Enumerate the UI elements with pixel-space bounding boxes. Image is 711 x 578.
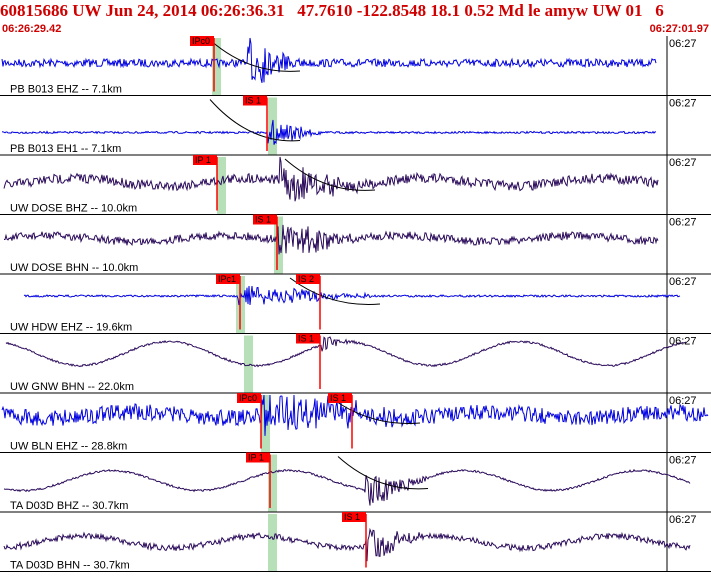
phase-pick-label: IP 1	[195, 155, 211, 165]
phase-pick-label: IP 1	[248, 453, 264, 463]
seismogram-panel[interactable]: IPc0 06:27 PB B013 EHZ -- 7.1km IS 1 06:27 PB…	[0, 36, 711, 578]
channel-row[interactable]: IPc1 IS 2 06:27 UW HDW EHZ -- 19.6km	[0, 274, 711, 334]
channel-row[interactable]: IS 1 06:27 TA D03D BHN -- 30.7km	[0, 512, 711, 572]
channel-row[interactable]: IPc0 06:27 PB B013 EHZ -- 7.1km	[0, 36, 711, 96]
window-start-time: 06:26:29.42	[2, 23, 62, 35]
channel-row[interactable]: IS 1 06:27 UW DOSE BHN -- 10.0km	[0, 214, 711, 275]
phase-pick-secondary-label: IS 1	[330, 393, 346, 403]
channel-label: UW HDW EHZ -- 19.6km	[10, 322, 132, 334]
coda-curve	[337, 456, 429, 490]
phase-pick-label: IS 1	[344, 512, 360, 522]
channel-row[interactable]: IS 1 06:27 UW GNW BHN -- 22.0km	[0, 333, 711, 394]
time-tick-label: 06:27	[669, 276, 697, 288]
waveform-trace	[1, 394, 709, 436]
waveform-trace	[23, 285, 681, 306]
time-tick-label: 06:27	[669, 157, 697, 169]
event-header-title: 60815686 UW Jun 24, 2014 06:26:36.31 47.…	[0, 1, 664, 20]
channel-row[interactable]: IPc0 IS 1 06:27 UW BLN EHZ -- 28.8km	[0, 393, 711, 453]
pick-window-band	[217, 157, 226, 215]
waveform-trace	[1, 119, 656, 145]
waveform-trace	[5, 336, 687, 368]
channel-label: PB B013 EH1 -- 7.1km	[10, 143, 121, 155]
time-tick-label: 06:27	[669, 217, 697, 229]
channel-label: PB B013 EHZ -- 7.1km	[10, 84, 122, 96]
time-tick-label: 06:27	[669, 98, 697, 110]
channel-label: UW DOSE BHN -- 10.0km	[10, 262, 138, 274]
phase-pick-label: IPc0	[192, 36, 210, 46]
waveform-trace	[4, 224, 659, 255]
channel-row[interactable]: IP 1 06:27 UW DOSE BHZ -- 10.0km	[0, 155, 711, 215]
time-tick-label: 06:27	[669, 514, 697, 526]
waveform-trace	[3, 156, 659, 202]
phase-pick-secondary-label: IS 2	[298, 274, 314, 284]
time-tick-label: 06:27	[669, 455, 697, 467]
channel-row[interactable]: IS 1 06:27 PB B013 EH1 -- 7.1km	[0, 95, 711, 156]
waveform-trace	[3, 527, 691, 562]
channel-label: TA D03D BHZ -- 30.7km	[10, 500, 128, 512]
time-tick-label: 06:27	[669, 38, 697, 50]
channel-label: TA D03D BHN -- 30.7km	[10, 560, 130, 572]
pick-window-band	[268, 97, 277, 155]
time-tick-label: 06:27	[669, 336, 697, 348]
channel-label: UW BLN EHZ -- 28.8km	[10, 441, 127, 453]
phase-pick-label: IS 1	[298, 334, 314, 344]
time-tick-label: 06:27	[669, 395, 697, 407]
pick-window-band	[244, 335, 253, 393]
channel-label: UW DOSE BHZ -- 10.0km	[10, 203, 137, 215]
phase-pick-label: IPc1	[218, 274, 236, 284]
window-end-time: 06:27:01.97	[649, 23, 709, 35]
waveform-trace	[1, 37, 657, 84]
phase-pick-label: IS 1	[255, 215, 271, 225]
pick-window-band	[268, 514, 277, 572]
phase-pick-label: IPc0	[239, 393, 257, 403]
channel-label: UW GNW BHN -- 22.0km	[10, 381, 134, 393]
phase-pick-label: IS 1	[245, 96, 261, 106]
channel-row[interactable]: IP 1 06:27 TA D03D BHZ -- 30.7km	[0, 452, 711, 513]
